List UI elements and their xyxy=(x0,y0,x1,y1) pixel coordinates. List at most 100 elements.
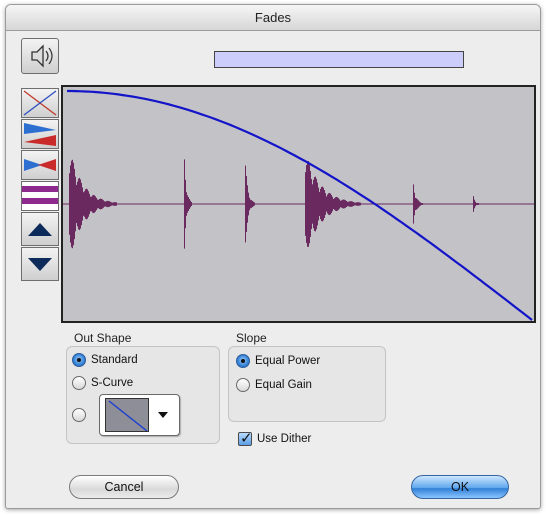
waveform-sample xyxy=(338,198,339,210)
waveform-sample xyxy=(325,193,326,215)
view-tool-stack xyxy=(21,88,59,282)
waveform-sample xyxy=(473,196,474,212)
waveform-sample xyxy=(107,200,108,208)
waveform-sample xyxy=(116,202,117,206)
waveform-sample xyxy=(353,201,354,207)
split-waveform-button[interactable] xyxy=(21,119,59,149)
s-curve-radio[interactable]: S-Curve xyxy=(72,376,133,390)
fade-curve-display[interactable] xyxy=(61,85,536,323)
use-dither-label: Use Dither xyxy=(257,433,312,445)
waveform-sample xyxy=(356,202,357,206)
equal-power-radio-button[interactable] xyxy=(236,354,250,368)
speaker-button[interactable] xyxy=(21,38,59,74)
waveform-sample xyxy=(185,179,186,229)
waveform-sample xyxy=(93,194,94,214)
waveform-sample xyxy=(90,196,91,212)
waveform-sample xyxy=(95,196,96,212)
preset-shape-radio[interactable] xyxy=(72,408,91,422)
waveform-sample xyxy=(97,199,98,209)
waveform-sample xyxy=(333,198,334,210)
waveform-sample xyxy=(253,201,254,207)
waveform-sample xyxy=(311,179,312,229)
preset-shape-dropdown[interactable] xyxy=(99,394,180,436)
waveform-sample xyxy=(98,199,99,209)
waveform-sample xyxy=(96,197,97,211)
waveform-sample xyxy=(328,193,329,215)
s-curve-radio-button[interactable] xyxy=(72,376,86,390)
waveform-sample xyxy=(186,192,187,216)
waveform-sample xyxy=(340,200,341,208)
waveform-sample xyxy=(421,203,422,205)
equal-power-radio[interactable]: Equal Power xyxy=(236,354,320,368)
waveform-sample xyxy=(110,201,111,207)
waveform-sample xyxy=(342,199,343,209)
waveform-sample xyxy=(76,184,77,224)
waveform-sample xyxy=(321,186,322,222)
waveform-sample xyxy=(317,182,318,226)
zoom-up-button[interactable] xyxy=(21,212,59,246)
waveform-sample xyxy=(307,161,308,247)
waveform-sample xyxy=(248,192,249,216)
waveform-sample xyxy=(309,164,310,244)
waveform-sample xyxy=(105,201,106,207)
waveform-sample xyxy=(91,196,92,212)
waveform-sample xyxy=(359,202,360,206)
standard-radio[interactable]: Standard xyxy=(72,353,138,367)
waveform-sample xyxy=(92,195,93,213)
waveform-sample xyxy=(99,198,100,210)
window-title: Fades xyxy=(6,5,540,31)
use-dither-checkbox[interactable]: Use Dither xyxy=(238,429,312,447)
waveform-sample xyxy=(417,199,418,209)
ok-button[interactable]: OK xyxy=(411,475,509,499)
out-shape-label: Out Shape xyxy=(74,331,132,345)
fades-dialog: Fades Out Shape Standard S-Curve Slope E… xyxy=(5,4,541,509)
waveform-sample xyxy=(334,198,335,210)
waveform-sample xyxy=(94,195,95,213)
waveform-sample xyxy=(324,190,325,218)
merged-waveform-icon xyxy=(22,151,58,179)
waveform-sample xyxy=(106,201,107,207)
waveform-sample xyxy=(113,202,114,206)
waveform-sample xyxy=(73,162,74,246)
waveform-sample xyxy=(413,184,414,224)
waveform-sample xyxy=(329,192,330,216)
waveform-sample xyxy=(331,194,332,214)
waveform-sample xyxy=(337,197,338,211)
waveform-sample xyxy=(81,182,82,226)
cancel-button[interactable]: Cancel xyxy=(69,475,179,499)
waveform-sample xyxy=(249,197,250,211)
cross-x-icon xyxy=(22,89,58,117)
s-curve-radio-label: S-Curve xyxy=(91,377,134,389)
waveform-sample xyxy=(316,178,317,230)
waveform-sample xyxy=(70,165,71,243)
waveform-sample xyxy=(354,202,355,206)
waveform-sample xyxy=(346,200,347,208)
waveform-sample xyxy=(104,201,105,207)
waveform-sample xyxy=(191,202,192,206)
equal-gain-radio[interactable]: Equal Gain xyxy=(236,378,312,392)
waveform-sample xyxy=(246,176,247,232)
waveform-sample xyxy=(245,165,246,243)
use-dither-check[interactable] xyxy=(238,429,253,447)
waveform-sample xyxy=(322,186,323,222)
zoom-down-button[interactable] xyxy=(21,247,59,281)
crossfade-view-button[interactable] xyxy=(21,88,59,118)
waveform-sample xyxy=(474,199,475,209)
purple-stripe-button[interactable] xyxy=(21,181,59,211)
waveform-sample xyxy=(357,202,358,206)
waveform-sample xyxy=(111,202,112,206)
triangle-up-icon xyxy=(22,213,58,245)
waveform-sample xyxy=(79,177,80,231)
waveform-sample xyxy=(314,176,315,232)
waveform-sample xyxy=(416,198,417,210)
waveform-sample xyxy=(187,195,188,213)
preset-shape-radio-button[interactable] xyxy=(72,408,86,422)
waveform-sample xyxy=(326,196,327,212)
standard-radio-button[interactable] xyxy=(72,353,86,367)
equal-gain-radio-button[interactable] xyxy=(236,378,250,392)
waveform-sample xyxy=(312,184,313,224)
waveform-sample xyxy=(114,202,115,206)
waveform-sample xyxy=(332,196,333,212)
equal-gain-radio-label: Equal Gain xyxy=(255,379,312,391)
merged-waveform-button[interactable] xyxy=(21,150,59,180)
